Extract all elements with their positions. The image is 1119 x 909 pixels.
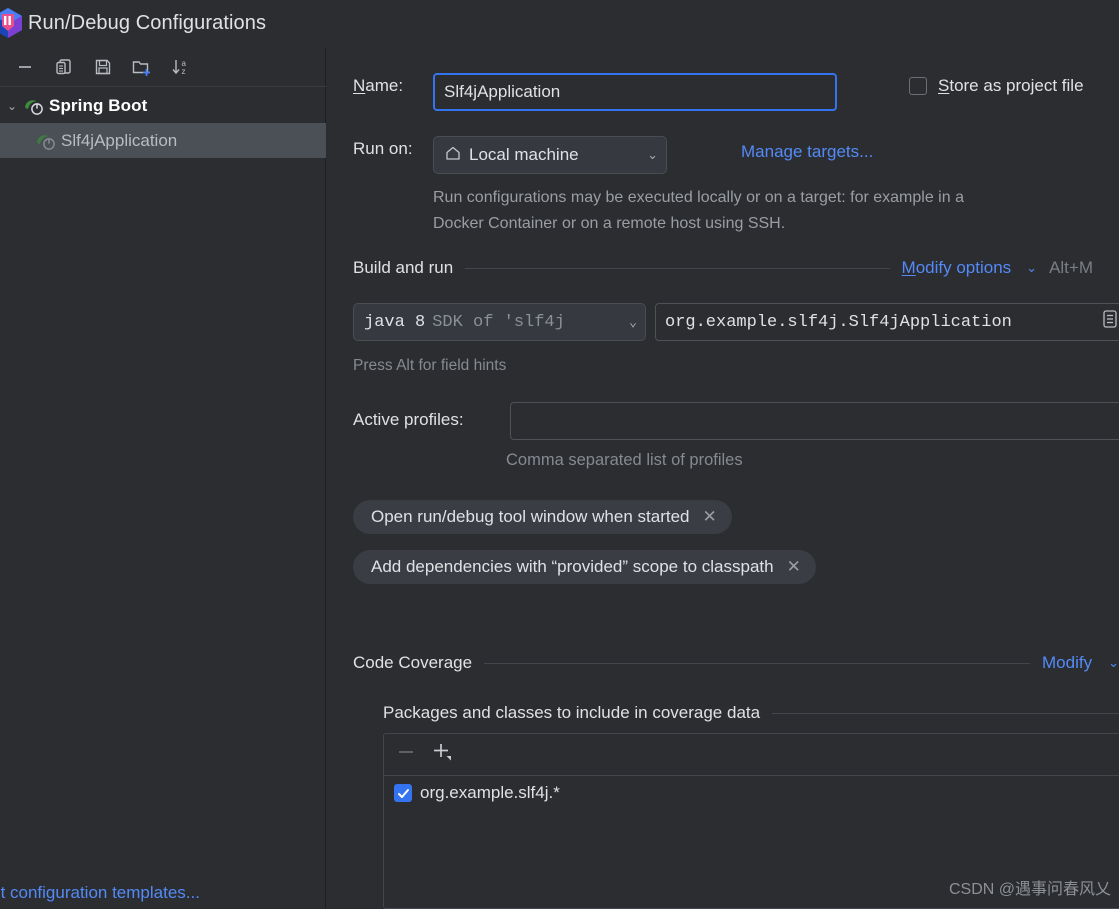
main-class-value: org.example.slf4j.Slf4jApplication — [665, 312, 1012, 332]
name-input[interactable]: Slf4jApplication — [433, 73, 837, 111]
jdk-value: java 8 — [364, 312, 426, 332]
chip-label: Add dependencies with “provided” scope t… — [371, 557, 774, 576]
store-as-project-file-checkbox[interactable] — [909, 77, 927, 95]
chip-add-provided-dependencies[interactable]: Add dependencies with “provided” scope t… — [353, 550, 816, 584]
chevron-down-icon[interactable]: ⌄ — [619, 315, 637, 330]
configurations-sidebar: a z ⌄ Spring Boot Slf4jApplication t con… — [0, 47, 326, 909]
code-coverage-title: Code Coverage — [353, 653, 473, 672]
active-profiles-hint: Comma separated list of profiles — [506, 451, 743, 469]
title-bar: Run/Debug Configurations — [0, 0, 1119, 47]
add-package-button[interactable] — [430, 741, 454, 768]
intellij-idea-logo-icon — [0, 6, 25, 40]
copy-configuration-button[interactable] — [51, 54, 77, 80]
modify-options-shortcut: Alt+M — [1049, 258, 1093, 277]
remove-package-button[interactable] — [396, 742, 416, 767]
chevron-down-icon[interactable]: ⌄ — [637, 147, 658, 163]
table-row[interactable]: org.example.slf4j.* — [384, 776, 1119, 810]
run-on-label: Run on: — [353, 139, 413, 158]
run-on-row: Run on: — [353, 139, 413, 159]
store-as-project-file-label: Store as project file — [938, 76, 1084, 95]
active-profiles-row: Active profiles: — [353, 410, 464, 430]
chip-label: Open run/debug tool window when started — [371, 507, 690, 526]
modify-options-link[interactable]: Modify options — [902, 258, 1012, 278]
main-class-input[interactable]: org.example.slf4j.Slf4jApplication — [655, 303, 1119, 341]
svg-text:z: z — [182, 67, 186, 76]
tree-group-label: Spring Boot — [49, 95, 148, 115]
section-separator — [465, 267, 890, 269]
run-on-value: Local machine — [469, 145, 579, 164]
spring-boot-icon — [34, 129, 58, 153]
active-profiles-input[interactable] — [510, 402, 1119, 440]
store-as-project-file-row[interactable]: Store as project file — [909, 76, 1084, 96]
chevron-down-icon[interactable]: ⌄ — [2, 99, 22, 113]
targets-description: Run configurations may be executed local… — [433, 189, 964, 232]
spring-boot-icon — [22, 94, 46, 118]
chip-open-tool-window[interactable]: Open run/debug tool window when started … — [353, 500, 732, 534]
save-configuration-button[interactable] — [90, 54, 116, 80]
configuration-form-panel: Name: Slf4jApplication Store as project … — [327, 47, 1119, 909]
dialog-title: Run/Debug Configurations — [28, 12, 267, 34]
sidebar-item-slf4japplication[interactable]: Slf4jApplication — [0, 123, 326, 158]
coverage-item-label: org.example.slf4j.* — [420, 783, 560, 802]
chevron-down-icon[interactable]: ⌄ — [1023, 260, 1037, 276]
jdk-select[interactable]: java 8 SDK of 'slf4j ⌄ — [353, 303, 646, 341]
coverage-item-checkbox[interactable] — [394, 784, 412, 802]
chevron-down-icon[interactable]: ⌄ — [1104, 655, 1119, 671]
section-separator — [772, 712, 1119, 714]
section-separator — [484, 662, 1031, 664]
manage-targets-link[interactable]: Manage targets... — [741, 142, 873, 162]
close-icon[interactable]: ✕ — [702, 507, 716, 527]
home-icon — [444, 144, 462, 167]
build-and-run-section: Build and run Modify options ⌄ Alt+M — [353, 258, 1093, 278]
sort-configurations-button[interactable]: a z — [168, 54, 194, 80]
code-coverage-section: Code Coverage Modify ⌄ — [353, 653, 1119, 673]
new-folder-button[interactable] — [129, 54, 155, 80]
coverage-panel-toolbar — [384, 734, 1119, 776]
coverage-packages-title: Packages and classes to include in cover… — [383, 703, 761, 722]
sidebar-item-label: Slf4jApplication — [61, 130, 178, 150]
edit-configuration-templates-link[interactable]: Edit configuration templates... — [0, 883, 200, 903]
code-coverage-modify-link[interactable]: Modify — [1042, 653, 1092, 673]
active-profiles-label: Active profiles: — [353, 410, 464, 429]
configurations-tree: ⌄ Spring Boot Slf4jApplication — [0, 88, 326, 158]
coverage-packages-subsection: Packages and classes to include in cover… — [383, 703, 1119, 723]
jdk-secondary-label: SDK of 'slf4j — [432, 312, 565, 332]
name-row: Name: — [353, 76, 403, 96]
name-label: Name: — [353, 76, 404, 95]
sidebar-toolbar: a z — [0, 47, 326, 87]
build-and-run-title: Build and run — [353, 258, 454, 277]
run-debug-configurations-dialog: Run/Debug Configurations a z ⌄ Spring Bo… — [0, 0, 1119, 909]
field-hint-text: Press Alt for field hints — [353, 357, 507, 374]
remove-configuration-button[interactable] — [12, 54, 38, 80]
list-browse-icon[interactable] — [1100, 308, 1119, 336]
run-on-select[interactable]: Local machine ⌄ — [433, 136, 667, 174]
watermark-text: CSDN @遇事问春风乂 — [948, 881, 1111, 898]
tree-group-spring-boot[interactable]: ⌄ Spring Boot — [0, 88, 326, 123]
close-icon[interactable]: ✕ — [787, 557, 801, 577]
